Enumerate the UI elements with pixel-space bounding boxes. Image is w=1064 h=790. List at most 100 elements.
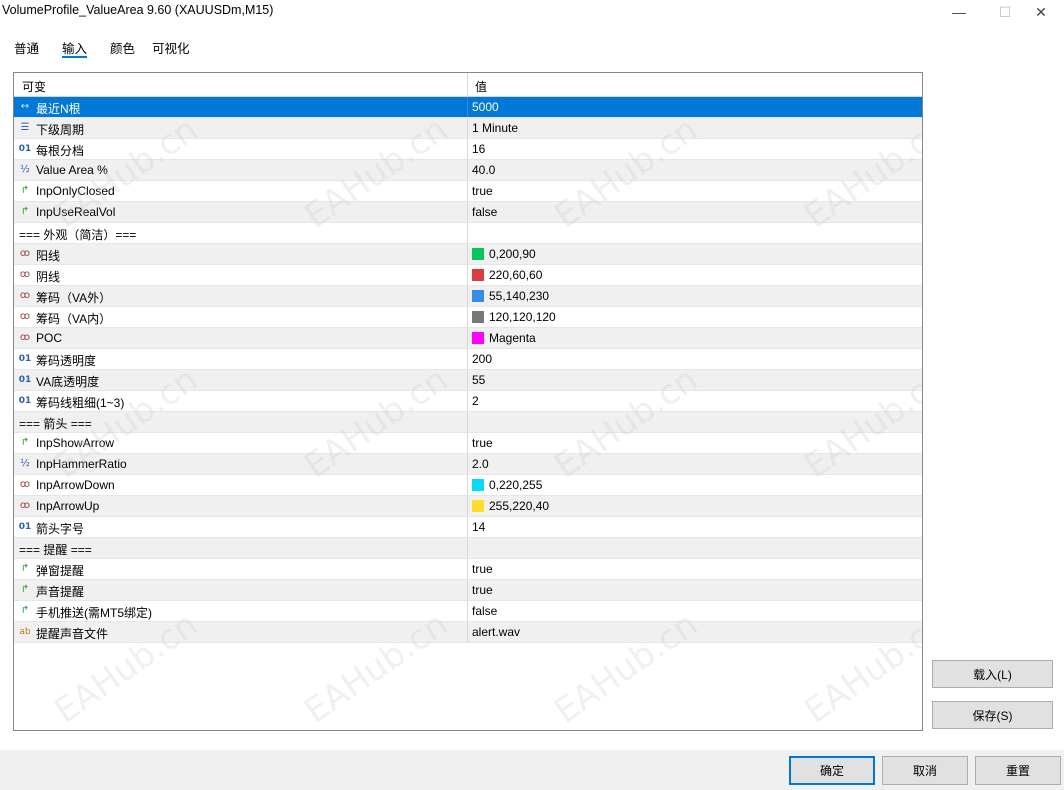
value-cell[interactable]: 16: [472, 142, 485, 156]
value-cell[interactable]: false: [472, 604, 497, 618]
cancel-button[interactable]: 取消: [882, 756, 968, 785]
grid-row[interactable]: ↱ InpShowArrow true: [14, 433, 922, 454]
color-swatch[interactable]: [472, 500, 484, 512]
grid-row[interactable]: ꝏ 筹码（VA外） 55,140,230: [14, 286, 922, 307]
column-header-value[interactable]: 值: [475, 78, 487, 95]
variable-cell[interactable]: 01 筹码线粗细(1~3): [14, 391, 468, 411]
grid-row[interactable]: ab 提醒声音文件 alert.wav: [14, 622, 922, 643]
value-cell[interactable]: 40.0: [472, 163, 495, 177]
variable-cell[interactable]: ꝏ InpArrowDown: [14, 475, 468, 495]
value-cell[interactable]: 14: [472, 520, 485, 534]
grid-row[interactable]: ↱ 声音提醒 true: [14, 580, 922, 601]
variable-cell[interactable]: === 外观（简洁）===: [14, 223, 468, 243]
save-button[interactable]: 保存(S): [932, 701, 1053, 729]
column-divider[interactable]: [467, 73, 468, 97]
value-cell[interactable]: true: [472, 436, 493, 450]
variable-cell[interactable]: ab 提醒声音文件: [14, 622, 468, 642]
value-cell[interactable]: alert.wav: [472, 625, 520, 639]
section-row[interactable]: === 箭头 ===: [14, 412, 922, 433]
tab-common[interactable]: 普通: [14, 38, 39, 58]
value-cell[interactable]: 2: [472, 394, 479, 408]
variable-cell[interactable]: 01 筹码透明度: [14, 349, 468, 369]
inputs-grid[interactable]: 可变 值 ↔ 最近N根 5000 ☰ 下级周期 1 Minute 01 每根分档 16 ½ Valu…: [13, 72, 923, 731]
grid-row[interactable]: ↱ InpUseRealVol false: [14, 202, 922, 223]
color-swatch[interactable]: [472, 311, 484, 323]
variable-name: InpArrowUp: [36, 499, 100, 513]
variable-cell[interactable]: === 提醒 ===: [14, 538, 468, 558]
value-cell[interactable]: 200: [472, 352, 492, 366]
variable-cell[interactable]: === 箭头 ===: [14, 412, 468, 432]
value-cell[interactable]: true: [472, 184, 493, 198]
grid-row[interactable]: ꝏ 阳线 0,200,90: [14, 244, 922, 265]
variable-cell[interactable]: ↱ InpUseRealVol: [14, 202, 468, 222]
close-icon[interactable]: ✕: [1018, 0, 1064, 24]
color-swatch[interactable]: [472, 479, 484, 491]
variable-cell[interactable]: 01 VA底透明度: [14, 370, 468, 390]
variable-cell[interactable]: ꝏ 阳线: [14, 244, 468, 264]
bool-icon: ↱: [20, 605, 30, 616]
tab-inputs[interactable]: 输入: [62, 38, 88, 58]
variable-cell[interactable]: ☰ 下级周期: [14, 118, 468, 138]
grid-row[interactable]: ☰ 下级周期 1 Minute: [14, 118, 922, 139]
variable-cell[interactable]: ↱ InpOnlyClosed: [14, 181, 468, 201]
variable-cell[interactable]: ꝏ 阴线: [14, 265, 468, 285]
grid-row[interactable]: ½ InpHammerRatio 2.0: [14, 454, 922, 475]
grid-row[interactable]: ↔ 最近N根 5000: [14, 97, 922, 118]
value-cell[interactable]: true: [472, 562, 493, 576]
grid-row[interactable]: ↱ 手机推送(需MT5绑定) false: [14, 601, 922, 622]
variable-cell[interactable]: ꝏ InpArrowUp: [14, 496, 468, 516]
value-cell[interactable]: 220,60,60: [489, 268, 542, 282]
variable-cell[interactable]: ½ InpHammerRatio: [14, 454, 468, 474]
variable-cell[interactable]: ↱ 手机推送(需MT5绑定): [14, 601, 468, 621]
variable-cell[interactable]: ↔ 最近N根: [14, 97, 468, 117]
variable-cell[interactable]: ꝏ POC: [14, 328, 468, 348]
variable-cell[interactable]: ↱ 声音提醒: [14, 580, 468, 600]
grid-row[interactable]: ꝏ POC Magenta: [14, 328, 922, 349]
grid-row[interactable]: ↱ InpOnlyClosed true: [14, 181, 922, 202]
value-cell[interactable]: 55: [472, 373, 485, 387]
variable-cell[interactable]: ½ Value Area %: [14, 160, 468, 180]
value-cell[interactable]: true: [472, 583, 493, 597]
grid-row[interactable]: ꝏ 筹码（VA内） 120,120,120: [14, 307, 922, 328]
value-cell[interactable]: 5000: [472, 100, 499, 114]
section-row[interactable]: === 提醒 ===: [14, 538, 922, 559]
value-cell[interactable]: false: [472, 205, 497, 219]
value-cell[interactable]: 0,220,255: [489, 478, 542, 492]
value-cell[interactable]: 120,120,120: [489, 310, 556, 324]
color-swatch[interactable]: [472, 269, 484, 281]
value-cell[interactable]: 55,140,230: [489, 289, 549, 303]
value-cell[interactable]: 2.0: [472, 457, 489, 471]
variable-cell[interactable]: 01 每根分档: [14, 139, 468, 159]
grid-row[interactable]: ꝏ InpArrowUp 255,220,40: [14, 496, 922, 517]
title-bar: VolumeProfile_ValueArea 9.60 (XAUUSDm,M1…: [0, 0, 1064, 24]
value-cell[interactable]: 255,220,40: [489, 499, 549, 513]
grid-row[interactable]: 01 筹码线粗细(1~3) 2: [14, 391, 922, 412]
reset-button[interactable]: 重置: [975, 756, 1061, 785]
ok-button[interactable]: 确定: [789, 756, 875, 785]
grid-row[interactable]: ꝏ InpArrowDown 0,220,255: [14, 475, 922, 496]
variable-cell[interactable]: ꝏ 筹码（VA内）: [14, 307, 468, 327]
load-button[interactable]: 载入(L): [932, 660, 1053, 688]
variable-cell[interactable]: ꝏ 筹码（VA外）: [14, 286, 468, 306]
value-cell[interactable]: Magenta: [489, 331, 536, 345]
variable-cell[interactable]: ↱ 弹窗提醒: [14, 559, 468, 579]
section-row[interactable]: === 外观（简洁）===: [14, 223, 922, 244]
variable-cell[interactable]: ↱ InpShowArrow: [14, 433, 468, 453]
grid-row[interactable]: 01 每根分档 16: [14, 139, 922, 160]
color-swatch[interactable]: [472, 290, 484, 302]
value-cell[interactable]: 0,200,90: [489, 247, 536, 261]
grid-row[interactable]: ½ Value Area % 40.0: [14, 160, 922, 181]
grid-row[interactable]: 01 VA底透明度 55: [14, 370, 922, 391]
grid-row[interactable]: 01 箭头字号 14: [14, 517, 922, 538]
value-cell[interactable]: 1 Minute: [472, 121, 518, 135]
color-swatch[interactable]: [472, 332, 484, 344]
tab-visualization[interactable]: 可视化: [152, 38, 190, 58]
variable-cell[interactable]: 01 箭头字号: [14, 517, 468, 537]
minimize-icon[interactable]: —: [936, 0, 982, 24]
grid-row[interactable]: 01 筹码透明度 200: [14, 349, 922, 370]
color-swatch[interactable]: [472, 248, 484, 260]
grid-row[interactable]: ↱ 弹窗提醒 true: [14, 559, 922, 580]
tab-colors[interactable]: 颜色: [110, 38, 135, 58]
column-header-variable[interactable]: 可变: [22, 78, 46, 95]
grid-row[interactable]: ꝏ 阴线 220,60,60: [14, 265, 922, 286]
